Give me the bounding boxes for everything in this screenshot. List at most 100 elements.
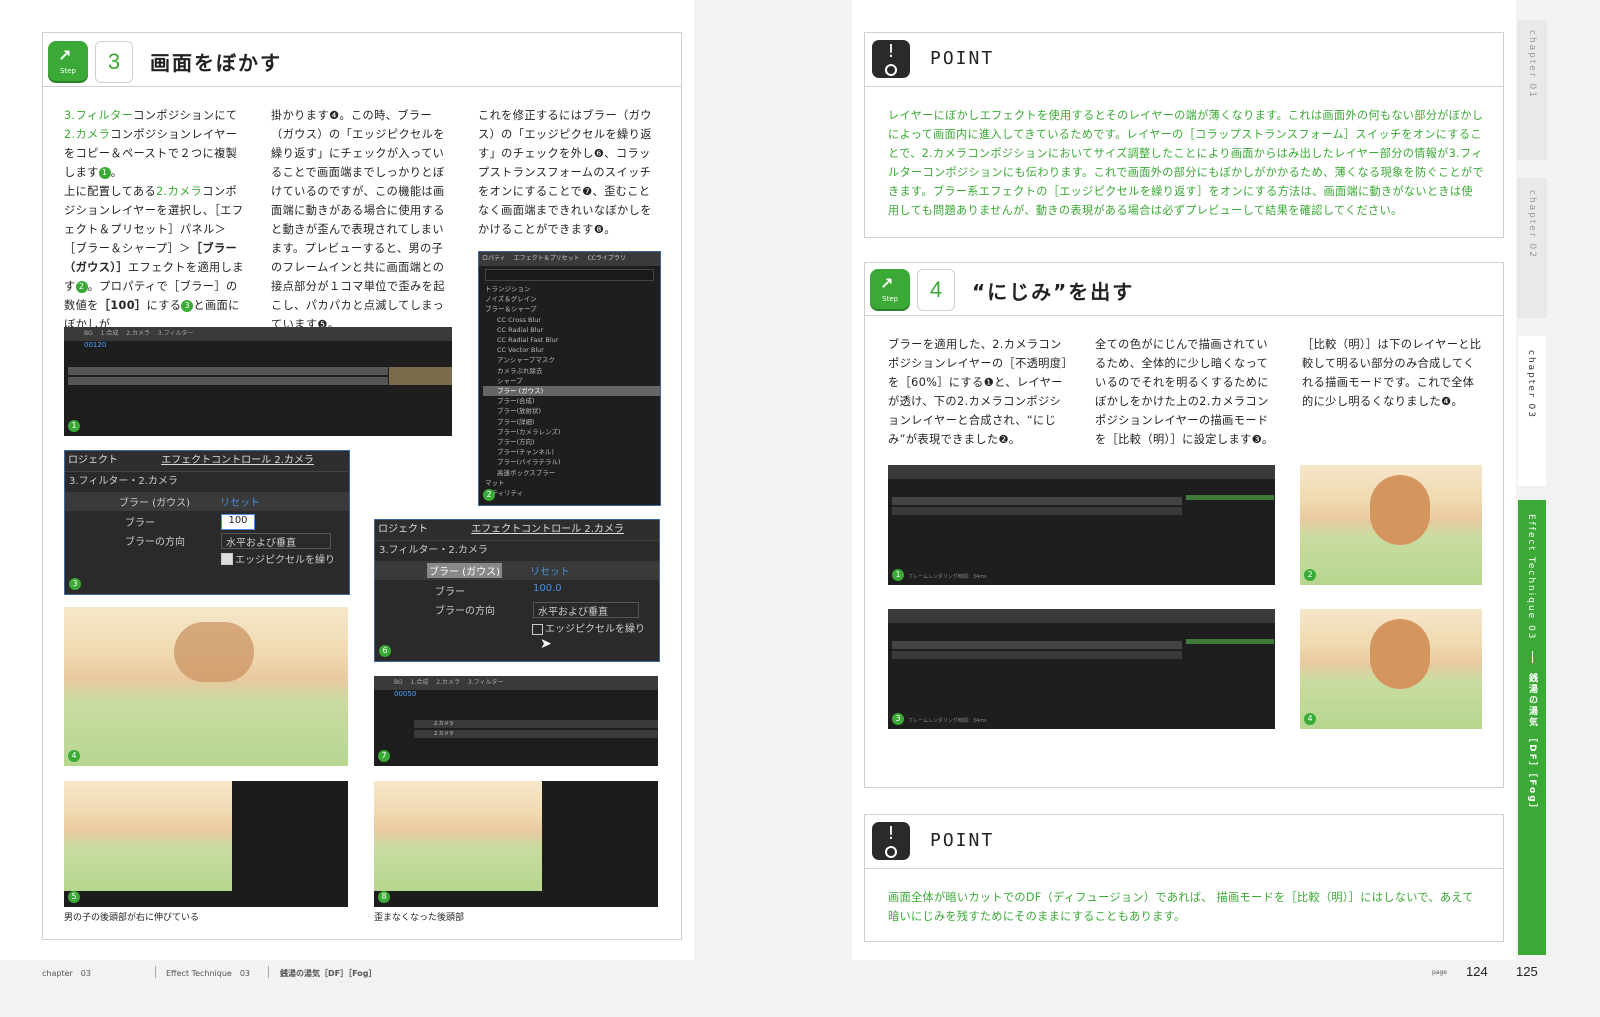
effects-list-item[interactable]: ノイズ＆グレイン: [483, 294, 660, 304]
footer-divider: [155, 966, 156, 978]
edge-checkbox-unchecked[interactable]: [532, 624, 543, 635]
effect-row: ブラー (ガウス) リセット: [375, 561, 659, 580]
step-label: Step: [882, 295, 898, 303]
footer-technique: Effect Technique 03: [166, 969, 251, 978]
tab-comp1: 1.合成: [100, 330, 119, 337]
layer-bar: [1186, 495, 1274, 500]
effects-list-item[interactable]: CC Cross Blur: [483, 315, 660, 325]
layer-row: [892, 651, 1182, 659]
point-text-1: レイヤーにぼかしエフェクトを使用するとそのレイヤーの端が薄くなります。これは画面…: [888, 109, 1484, 217]
blur-label: ブラー: [435, 587, 465, 598]
tab-effects-presets: エフェクト＆プリセット: [513, 255, 580, 262]
tab-effect-controls[interactable]: エフェクトコントロール 2.カメラ: [471, 524, 624, 535]
effects-list-item[interactable]: 高速ボックスブラー: [483, 468, 660, 478]
blur-label: ブラー: [125, 518, 155, 529]
side-tab-label: chapter 02: [1527, 190, 1537, 259]
side-tab-label: Effect Technique 03: [1526, 514, 1536, 641]
layer-bar: [1186, 639, 1274, 644]
blur-value[interactable]: 100.0: [533, 583, 562, 594]
effects-list-item[interactable]: CC Radial Blur: [483, 325, 660, 335]
blur-value-input[interactable]: 100: [221, 514, 255, 530]
direction-label: ブラーの方向: [435, 606, 495, 617]
effects-list-item[interactable]: ブラー(チャンネル): [483, 447, 660, 457]
tab-comp2: 2.カメラ: [126, 330, 150, 337]
body-column-3: これを修正するにはブラー（ガウス）の「エッジピクセルを繰り返す」のチェックを外し…: [478, 109, 652, 236]
search-input[interactable]: [485, 269, 654, 281]
tab-project: ロジェクト: [68, 455, 118, 466]
effects-list-item[interactable]: トランジション: [483, 284, 660, 294]
tab-comp3: 3.フィルター: [157, 330, 194, 337]
edge-frame-image-8: 8: [374, 781, 658, 907]
effects-list-item[interactable]: ブラー＆シャープ: [483, 304, 660, 314]
exclamation-icon: !: [887, 823, 895, 844]
point-divider: [864, 868, 1504, 869]
body-column-1: ブラーを適用した、2.カメラコンポジションレイヤーの［不透明度］を［60%］にす…: [888, 338, 1068, 446]
section-title: “にじみ”を出す: [972, 280, 1135, 304]
effects-list-item[interactable]: マット: [483, 478, 660, 488]
side-tab-label: chapter 03: [1526, 350, 1536, 419]
ref-number: 1: [98, 167, 111, 179]
edge-label: エッジピクセルを繰り: [235, 555, 335, 566]
tab-separator: [1532, 650, 1533, 663]
figure-number: 3: [892, 713, 904, 725]
comp-ref: 2.カメラ: [64, 128, 111, 141]
comp-ref: 2.カメラ: [156, 185, 203, 198]
body-column-3: ［比較（明）］は下のレイヤーと比較して明るい部分のみ合成してくれる描画モードです…: [1302, 338, 1482, 408]
page-number-left: 124: [1466, 964, 1488, 979]
point-text-2: 画面全体が暗いカットでのDF（ディフュージョン）であれば、 描画モードを［比較（…: [888, 891, 1474, 923]
render-time: フレームレンダリング時間：34ms: [908, 574, 987, 580]
timeline-screenshot-1: BG 1.合成 2.カメラ 3.フィルター 00120 1: [64, 327, 452, 436]
edge-checkbox-checked[interactable]: [221, 553, 233, 565]
direction-select[interactable]: 水平および垂直: [533, 602, 639, 618]
tab-effect-controls[interactable]: エフェクトコントロール 2.カメラ: [161, 455, 314, 466]
effects-list-item[interactable]: ブラー(合成): [483, 396, 660, 406]
timeline-tabs: [888, 465, 1275, 479]
effects-list-item[interactable]: CC Vector Blur: [483, 345, 660, 355]
caption-5: 男の子の後頭部が右に伸びている: [64, 913, 200, 923]
effects-list-item[interactable]: ブラー(カメラレンズ): [483, 427, 660, 437]
side-tab-chapter-02[interactable]: chapter 02: [1518, 178, 1547, 318]
effects-list-item[interactable]: シャープ: [483, 376, 660, 386]
direction-select[interactable]: 水平および垂直: [221, 533, 331, 549]
ref-number: 3: [181, 300, 194, 312]
effects-list-item[interactable]: ーティリティ: [483, 488, 660, 498]
effects-list-item[interactable]: ブラー(バイラテラル): [483, 457, 660, 467]
point-divider: [864, 86, 1504, 87]
step-arrow-icon: ↗: [880, 274, 894, 293]
footer-chapter: chapter 03: [42, 969, 91, 978]
side-tab-effect-technique[interactable]: Effect Technique 03 銭湯の湯気 ［DF］［Fog］: [1518, 500, 1546, 955]
render-time: フレームレンダリング時間：34ms: [908, 718, 987, 724]
effects-list-item[interactable]: ブラー(方向): [483, 437, 660, 447]
side-tab-label: chapter 01: [1527, 30, 1537, 99]
effects-list-item[interactable]: カメラぶれ除去: [483, 366, 660, 376]
effects-list-item[interactable]: ブラー(詳細): [483, 417, 660, 427]
side-tab-chapter-03[interactable]: chapter 03: [1518, 336, 1546, 486]
bold-run: ［100］: [98, 299, 147, 312]
text-run: 。: [110, 166, 123, 179]
effects-list-item[interactable]: ブラー (ガウス): [483, 386, 660, 397]
reset-link[interactable]: リセット: [220, 494, 260, 509]
effect-controls-screenshot-6: ロジェクト エフェクトコントロール 2.カメラ 3.フィルター・2.カメラ ブラ…: [374, 519, 660, 662]
effects-list-item[interactable]: アンシャープマスク: [483, 355, 660, 365]
layer-row: 2.カメラ: [414, 730, 658, 738]
step-arrow-icon: ↗: [58, 46, 72, 65]
layer-row: [892, 507, 1182, 515]
section-title: 画面をぼかす: [150, 51, 282, 75]
tab-cc-libraries: CCライブラリ: [587, 255, 626, 262]
figure-number: 8: [378, 891, 390, 903]
character-blob: [174, 622, 254, 682]
footer-page-label: page: [1432, 969, 1447, 976]
point-icon: !: [872, 40, 910, 78]
effects-list-item[interactable]: ブラー(放射状): [483, 406, 660, 416]
side-tab-chapter-01[interactable]: chapter 01: [1518, 20, 1547, 160]
effects-tabs: ロパティ エフェクト＆プリセット CCライブラリ: [479, 252, 660, 266]
tab-bg: BG: [84, 330, 93, 337]
reset-link[interactable]: リセット: [530, 563, 570, 578]
effects-list-item[interactable]: CC Radial Fast Blur: [483, 335, 660, 345]
layer-row: 2.カメラ: [414, 720, 658, 728]
layer-row: [68, 377, 388, 385]
page-number-right: 125: [1516, 964, 1538, 979]
body-column-2: 全ての色がにじんで描画されているため、全体的に少し暗くなっているのでそれを明るく…: [1095, 338, 1274, 446]
panel-header: ロジェクト エフェクトコントロール 2.カメラ: [65, 451, 349, 472]
bulb-base-icon: [885, 64, 897, 76]
